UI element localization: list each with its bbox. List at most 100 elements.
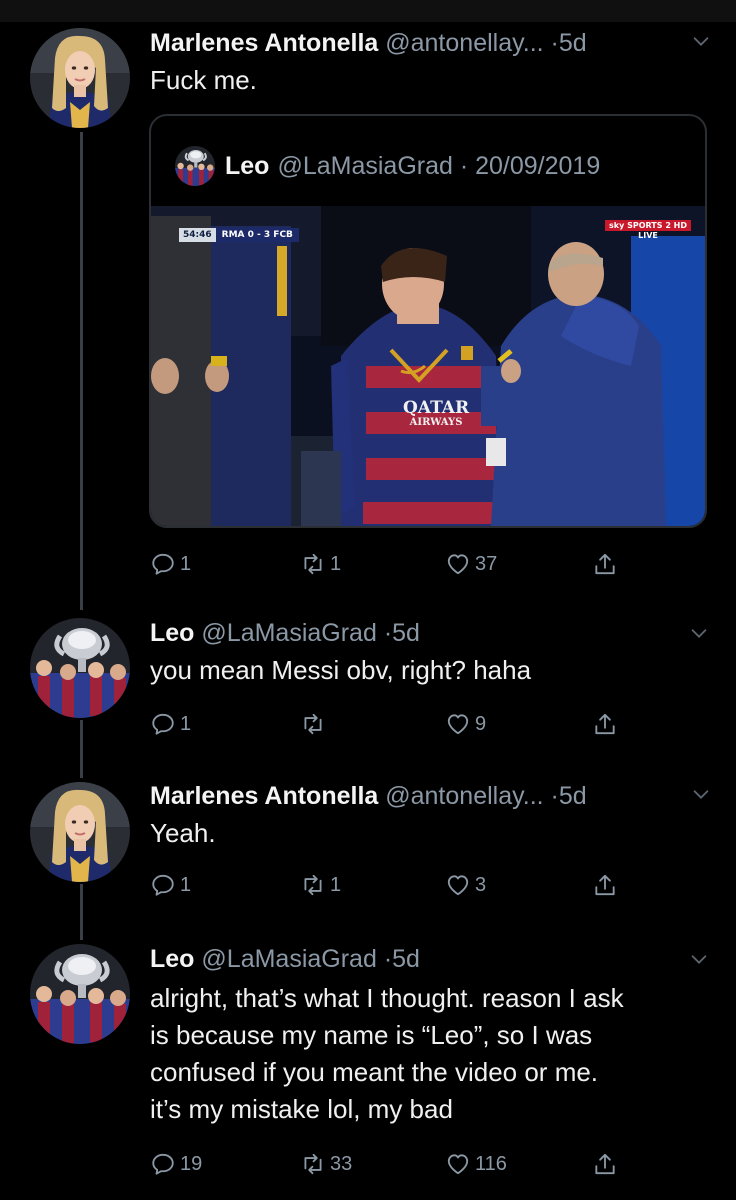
chevron-down-icon[interactable] bbox=[688, 622, 710, 644]
woman-avatar-icon bbox=[30, 28, 130, 128]
author-handle[interactable]: @antonellay... bbox=[385, 29, 543, 57]
reply-icon bbox=[150, 872, 176, 898]
tweet-text: alright, that’s what I thought. reason I… bbox=[150, 980, 720, 1128]
heart-icon bbox=[445, 551, 471, 577]
separator-dot: · bbox=[383, 945, 393, 973]
video-scorebug: 54:46 RMA 0 - 3 FCB bbox=[179, 228, 299, 242]
avatar[interactable] bbox=[30, 28, 130, 128]
avatar[interactable] bbox=[30, 618, 130, 718]
tweet-timestamp[interactable]: 5d bbox=[392, 619, 420, 647]
quoted-author-handle-date: @LaMasiaGrad · 20/09/2019 bbox=[277, 151, 601, 180]
tweet-actions: 1 1 37 bbox=[150, 547, 630, 581]
share-button[interactable] bbox=[592, 868, 618, 902]
chevron-down-icon[interactable] bbox=[690, 783, 712, 805]
tweet-header: Leo @LaMasiaGrad ·5d bbox=[150, 618, 420, 648]
reply-button[interactable]: 1 bbox=[150, 547, 191, 581]
author-handle[interactable]: @LaMasiaGrad bbox=[201, 619, 376, 647]
tweet-text-line: it’s my mistake lol, my bad bbox=[150, 1094, 453, 1124]
tweet-text-line: alright, that’s what I thought. reason I… bbox=[150, 983, 624, 1013]
tweet-text-line: confused if you meant the video or me. bbox=[150, 1057, 599, 1087]
separator-dot: · bbox=[383, 619, 393, 647]
shirt-sponsor-line1: QATAR bbox=[403, 398, 470, 418]
quoted-tweet-header: Leo @LaMasiaGrad · 20/09/2019 bbox=[175, 146, 600, 186]
heart-icon bbox=[445, 1151, 471, 1177]
scorebug-score: RMA 0 - 3 FCB bbox=[215, 228, 299, 242]
separator-dot: · bbox=[550, 29, 559, 57]
top-bar bbox=[0, 0, 736, 22]
reply-count: 1 bbox=[180, 712, 192, 735]
retweet-button[interactable]: 33 bbox=[300, 1147, 352, 1181]
tweet-actions: 1 1 3 bbox=[150, 868, 630, 902]
broadcast-live-label: LIVE bbox=[638, 231, 658, 240]
like-count: 3 bbox=[475, 873, 487, 896]
thread-connector bbox=[80, 720, 83, 778]
reply-icon bbox=[150, 551, 176, 577]
avatar[interactable] bbox=[30, 782, 130, 882]
chevron-down-icon[interactable] bbox=[688, 948, 710, 970]
shirt-sponsor-line2: AIRWAYS bbox=[409, 417, 463, 428]
author-name[interactable]: Marlenes Antonella bbox=[150, 29, 378, 57]
tweet-header: Marlenes Antonella @antonellay... ·5d bbox=[150, 781, 587, 811]
share-icon bbox=[592, 711, 618, 737]
author-name[interactable]: Leo bbox=[150, 619, 194, 647]
quoted-video-thumbnail[interactable]: 54:46 RMA 0 - 3 FCB sky SPORTS 2 HD LIVE… bbox=[151, 206, 705, 526]
retweet-icon bbox=[300, 872, 326, 898]
trophy-team-avatar-icon bbox=[30, 618, 130, 718]
scorebug-clock: 54:46 bbox=[179, 228, 216, 242]
retweet-button[interactable] bbox=[300, 707, 330, 741]
trophy-team-avatar-icon bbox=[30, 944, 130, 1044]
broadcast-logo: sky SPORTS 2 HD LIVE bbox=[605, 220, 691, 240]
thread-connector bbox=[80, 132, 83, 610]
share-button[interactable] bbox=[592, 1147, 618, 1181]
tweet-timestamp[interactable]: 5d bbox=[559, 782, 587, 810]
like-button[interactable]: 3 bbox=[445, 868, 486, 902]
like-count: 37 bbox=[475, 552, 498, 575]
separator-dot: · bbox=[550, 782, 559, 810]
share-icon bbox=[592, 872, 618, 898]
reply-button[interactable]: 1 bbox=[150, 707, 191, 741]
retweet-icon bbox=[300, 711, 326, 737]
reply-icon bbox=[150, 1151, 176, 1177]
author-name[interactable]: Marlenes Antonella bbox=[150, 782, 378, 810]
tweet-header: Leo @LaMasiaGrad ·5d bbox=[150, 944, 420, 974]
woman-avatar-icon bbox=[30, 782, 130, 882]
avatar[interactable] bbox=[30, 944, 130, 1044]
tweet-actions: 19 33 116 bbox=[150, 1147, 630, 1181]
reply-button[interactable]: 1 bbox=[150, 868, 191, 902]
tweet-text: Fuck me. bbox=[150, 65, 257, 95]
like-button[interactable]: 116 bbox=[445, 1147, 507, 1181]
trophy-team-avatar-icon bbox=[175, 146, 215, 186]
quoted-tweet[interactable]: Leo @LaMasiaGrad · 20/09/2019 54:46 RMA … bbox=[149, 114, 707, 528]
like-count: 9 bbox=[475, 712, 487, 735]
reply-count: 1 bbox=[180, 873, 192, 896]
reply-count: 1 bbox=[180, 552, 192, 575]
author-name[interactable]: Leo bbox=[150, 945, 194, 973]
chevron-down-icon[interactable] bbox=[690, 30, 712, 52]
retweet-icon bbox=[300, 1151, 326, 1177]
broadcast-logo-text: sky SPORTS 2 HD bbox=[605, 220, 691, 231]
heart-icon bbox=[445, 872, 471, 898]
retweet-button[interactable]: 1 bbox=[300, 868, 341, 902]
retweet-count: 1 bbox=[330, 873, 342, 896]
like-button[interactable]: 9 bbox=[445, 707, 486, 741]
reply-button[interactable]: 19 bbox=[150, 1147, 202, 1181]
quoted-avatar bbox=[175, 146, 215, 186]
share-button[interactable] bbox=[592, 707, 618, 741]
author-handle[interactable]: @LaMasiaGrad bbox=[201, 945, 376, 973]
tweet-actions: 1 9 bbox=[150, 707, 630, 741]
quoted-author-name: Leo bbox=[225, 151, 270, 180]
author-handle[interactable]: @antonellay... bbox=[385, 782, 543, 810]
tweet-header: Marlenes Antonella @antonellay... ·5d bbox=[150, 28, 587, 58]
share-icon bbox=[592, 551, 618, 577]
like-button[interactable]: 37 bbox=[445, 547, 497, 581]
share-button[interactable] bbox=[592, 547, 618, 581]
tweet-text: Yeah. bbox=[150, 818, 216, 848]
tweet-text: you mean Messi obv, right? haha bbox=[150, 655, 532, 685]
tweet-timestamp[interactable]: 5d bbox=[392, 945, 420, 973]
retweet-count: 1 bbox=[330, 552, 342, 575]
retweet-button[interactable]: 1 bbox=[300, 547, 341, 581]
heart-icon bbox=[445, 711, 471, 737]
reply-count: 19 bbox=[180, 1152, 203, 1175]
thread-connector bbox=[80, 884, 83, 940]
tweet-timestamp[interactable]: 5d bbox=[559, 29, 587, 57]
